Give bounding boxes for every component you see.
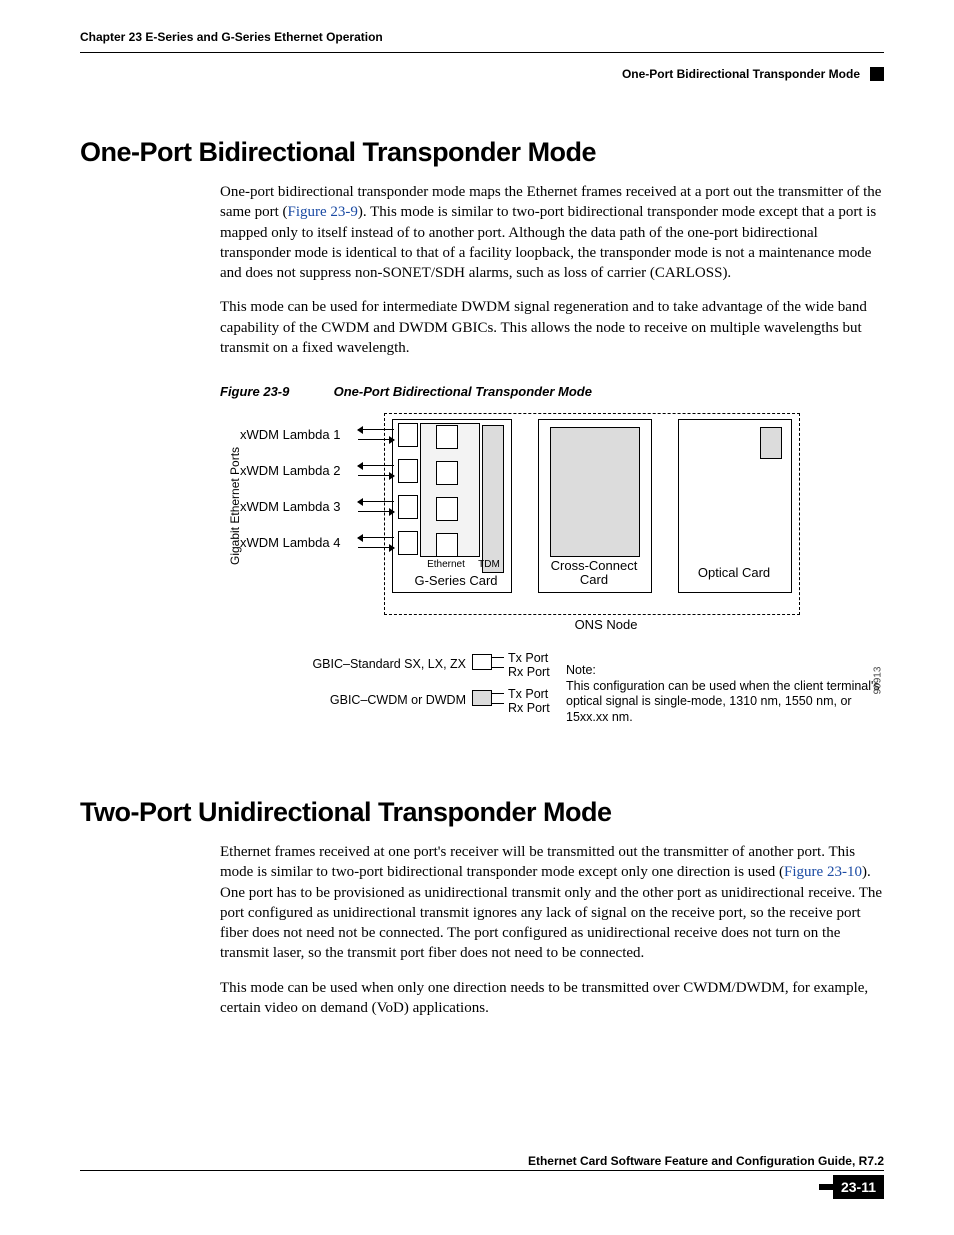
legend-line-icon [492, 703, 504, 704]
rx-label: Rx Port [508, 701, 550, 715]
s1-paragraph-1: One-port bidirectional transponder mode … [220, 182, 884, 283]
chapter-label: Chapter 23 E-Series and G-Series Etherne… [80, 30, 383, 44]
legend-box-icon [472, 690, 492, 706]
legend-box-icon [472, 654, 492, 670]
figure-23-9: Gigabit Ethernet Ports xWDM Lambda 1 xWD… [220, 417, 884, 757]
figure-note: Note: This configuration can be used whe… [566, 663, 896, 726]
legend-line-icon [492, 657, 504, 658]
page-number: 23-11 [833, 1175, 884, 1199]
figure-link-23-9[interactable]: Figure 23-9 [287, 204, 357, 220]
section-heading-1: One-Port Bidirectional Transponder Mode [80, 137, 884, 168]
legend-std-gbic: GBIC–Standard SX, LX, ZX [276, 657, 466, 671]
s2-paragraph-2: This mode can be used when only one dire… [220, 978, 884, 1019]
ons-node-outline [384, 413, 800, 615]
legend-line-icon [492, 667, 504, 668]
section-heading-2: Two-Port Unidirectional Transponder Mode [80, 797, 884, 828]
s2-paragraph-1: Ethernet frames received at one port's r… [220, 842, 884, 964]
figure-id-number: 90913 [873, 667, 884, 695]
lambda-label-3: xWDM Lambda 3 [240, 499, 340, 514]
guide-title: Ethernet Card Software Feature and Confi… [528, 1154, 884, 1168]
lambda-label-4: xWDM Lambda 4 [240, 535, 340, 550]
rx-label: Rx Port [508, 665, 550, 679]
figure-caption: Figure 23-9 One-Port Bidirectional Trans… [220, 384, 884, 399]
lambda-label-1: xWDM Lambda 1 [240, 427, 340, 442]
figure-link-23-10[interactable]: Figure 23-10 [784, 864, 862, 880]
legend-line-icon [492, 693, 504, 694]
header-rule [80, 52, 884, 53]
page-footer: Ethernet Card Software Feature and Confi… [80, 1156, 884, 1199]
legend-cwdm-gbic: GBIC–CWDM or DWDM [320, 693, 466, 707]
tx-label: Tx Port [508, 687, 548, 701]
tx-label: Tx Port [508, 651, 548, 665]
section-breadcrumb: One-Port Bidirectional Transponder Mode [622, 67, 860, 81]
header-end-block-icon [870, 67, 884, 81]
s1-paragraph-2: This mode can be used for intermediate D… [220, 297, 884, 358]
lambda-label-2: xWDM Lambda 2 [240, 463, 340, 478]
ons-node-label: ONS Node [566, 617, 646, 632]
